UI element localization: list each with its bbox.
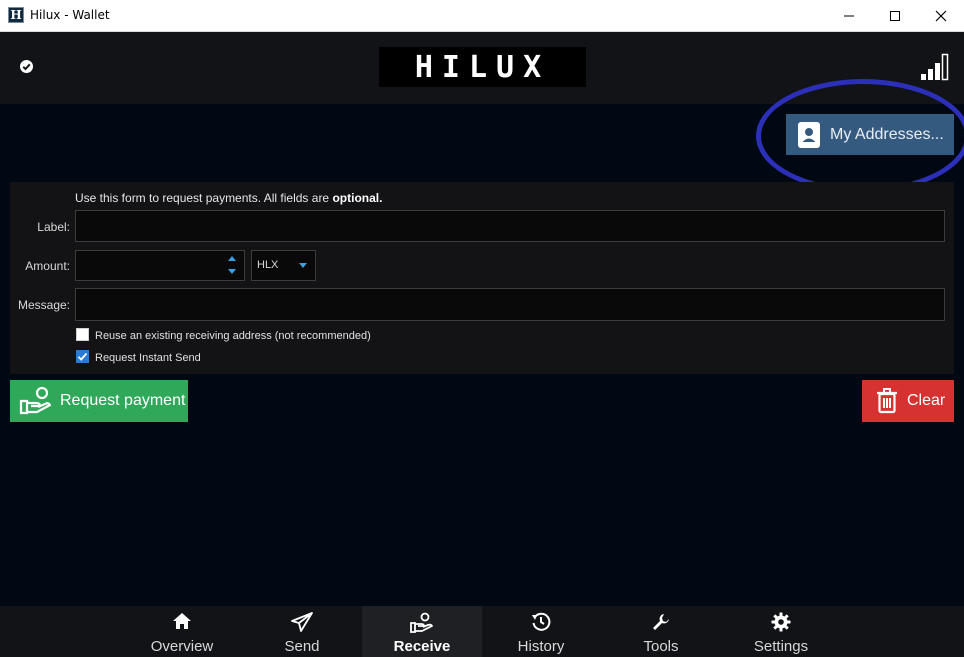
address-book-icon [798, 121, 820, 148]
intro-bold: optional. [332, 191, 383, 205]
nav-send-label: Send [284, 638, 320, 655]
wrench-icon [653, 614, 669, 630]
minimize-button[interactable] [826, 0, 872, 31]
hilux-logo: HILUX [379, 47, 586, 87]
history-icon [532, 612, 551, 631]
window-titlebar: H Hilux - Wallet [0, 0, 964, 32]
gear-icon [771, 612, 791, 632]
nav-overview-label: Overview [150, 638, 214, 655]
nav-settings[interactable]: Settings [721, 606, 841, 657]
maximize-button[interactable] [872, 0, 918, 31]
maximize-icon [890, 10, 900, 21]
nav-settings-label: Settings [753, 638, 809, 655]
instant-send-label: Request Instant Send [95, 352, 201, 364]
paper-plane-icon [291, 612, 313, 632]
amount-stepper[interactable] [226, 253, 238, 277]
nav-receive[interactable]: Receive [362, 606, 482, 657]
intro-text: Use this form to request payments. All f… [75, 191, 333, 205]
message-input[interactable] [75, 288, 945, 321]
unit-select-value: HLX [257, 259, 279, 271]
nav-send[interactable]: Send [242, 606, 362, 657]
request-payment-button[interactable]: Request payment [10, 380, 188, 422]
checkmark-icon [77, 352, 88, 361]
check-circle-icon[interactable] [20, 60, 33, 73]
amount-input[interactable] [75, 250, 245, 281]
reuse-address-checkbox[interactable] [76, 328, 89, 341]
clear-button[interactable]: Clear [862, 380, 954, 422]
my-addresses-label: My Addresses... [830, 125, 944, 143]
unit-select[interactable]: HLX [251, 250, 316, 281]
home-icon [173, 613, 191, 629]
clear-label: Clear [907, 392, 946, 409]
nav-receive-label: Receive [393, 638, 451, 655]
window-title: Hilux - Wallet [30, 8, 110, 22]
form-intro: Use this form to request payments. All f… [75, 191, 382, 205]
close-icon [935, 10, 947, 21]
hand-coin-icon [19, 386, 52, 415]
hand-coin-icon [410, 612, 433, 633]
close-button[interactable] [918, 0, 964, 31]
reuse-address-label: Reuse an existing receiving address (not… [95, 330, 371, 342]
message-field-label: Message: [17, 298, 70, 312]
label-input[interactable] [75, 210, 945, 242]
instant-send-checkbox[interactable] [76, 350, 89, 363]
signal-bars-icon[interactable] [920, 53, 950, 81]
request-payment-label: Request payment [60, 392, 186, 409]
nav-history[interactable]: History [481, 606, 601, 657]
app-icon: H [8, 7, 24, 23]
nav-tools[interactable]: Tools [601, 606, 721, 657]
trash-icon [877, 388, 897, 414]
amount-field-label: Amount: [25, 259, 70, 273]
nav-overview[interactable]: Overview [122, 606, 242, 657]
nav-history-label: History [517, 638, 565, 655]
chevron-down-icon [299, 263, 307, 268]
label-field-label: Label: [37, 220, 70, 234]
my-addresses-button[interactable]: My Addresses... [786, 114, 954, 155]
nav-tools-label: Tools [643, 638, 679, 655]
minimize-icon [844, 15, 854, 16]
